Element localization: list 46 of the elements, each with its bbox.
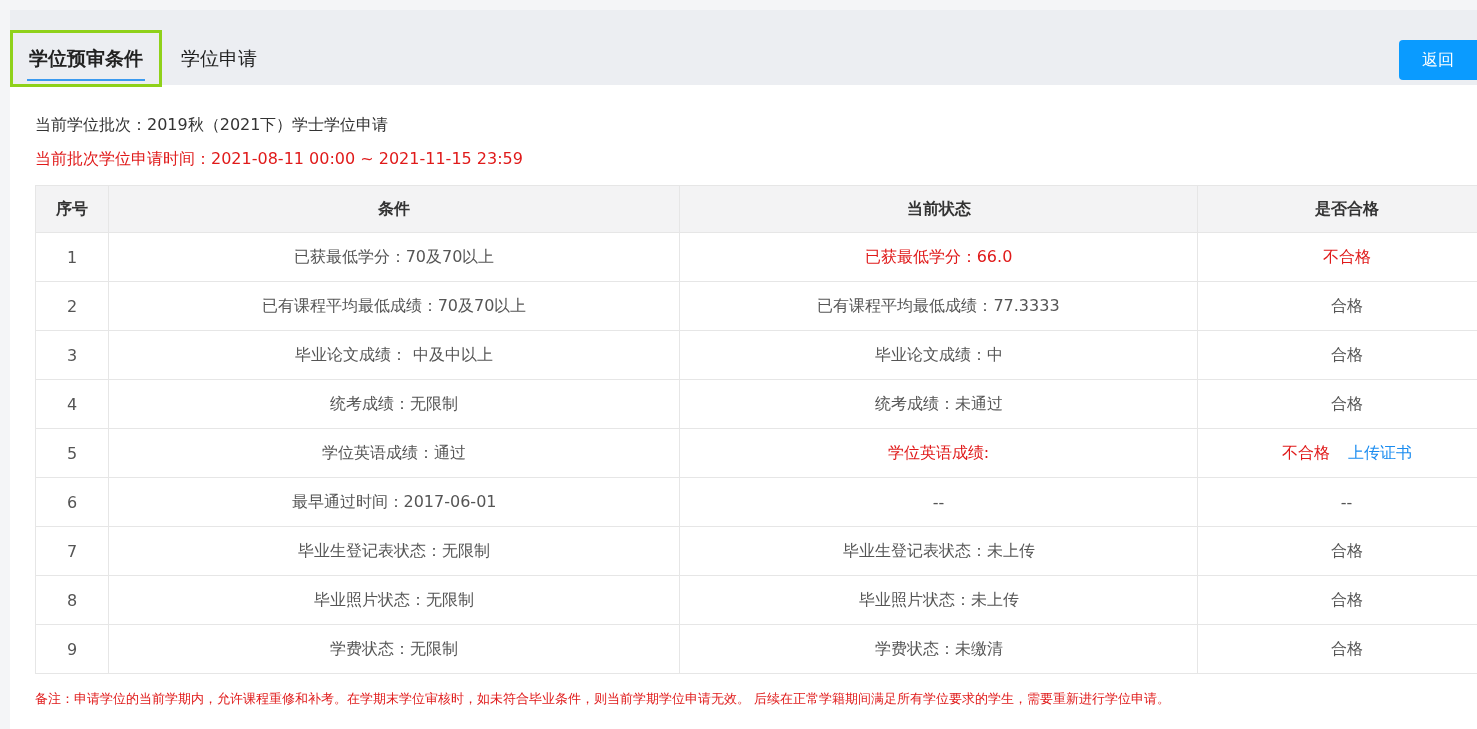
table-cell: 毕业照片状态：无限制: [108, 575, 680, 625]
table-cell: 已获最低学分：70及70以上: [108, 232, 680, 282]
tab[interactable]: 学位申请: [162, 30, 276, 87]
column-header: 当前状态: [679, 185, 1198, 233]
status-text: 已有课程平均最低成绩：77.3333: [817, 295, 1060, 315]
status-text: 学费状态：未缴清: [874, 638, 1003, 658]
upload-link[interactable]: 上传证书: [1347, 442, 1412, 462]
status-text: 毕业照片状态：未上传: [858, 589, 1019, 609]
table-cell: 9: [35, 624, 109, 674]
table-cell: 5: [35, 428, 109, 478]
result-text: 合格: [1330, 540, 1363, 560]
result-text: 合格: [1330, 295, 1363, 315]
status-text: 学位英语成绩:: [887, 442, 990, 462]
column-header: 序号: [35, 185, 109, 233]
tab[interactable]: 学位预审条件: [10, 30, 162, 87]
column-header: 条件: [108, 185, 680, 233]
result-text: 不合格: [1322, 246, 1371, 266]
table-cell: 学费状态：无限制: [108, 624, 680, 674]
status-text: 已获最低学分：66.0: [864, 246, 1013, 266]
table-cell: 4: [35, 379, 109, 429]
table-cell: 6: [35, 477, 109, 527]
table-cell: 毕业论文成绩： 中及中以上: [108, 330, 680, 380]
batch-text: 当前学位批次：2019秋（2021下）学士学位申请: [35, 115, 390, 135]
table-cell: 学位英语成绩：通过: [108, 428, 680, 478]
table-cell: 最早通过时间：2017-06-01: [108, 477, 680, 527]
result-text: 合格: [1330, 393, 1363, 413]
result-text: 合格: [1330, 344, 1363, 364]
result-text: 合格: [1330, 638, 1363, 658]
table-cell: 毕业生登记表状态：无限制: [108, 526, 680, 576]
table-cell: 7: [35, 526, 109, 576]
result-text: --: [1340, 492, 1353, 512]
status-text: 统考成绩：未通过: [874, 393, 1003, 413]
status-text: 毕业论文成绩：中: [874, 344, 1003, 364]
status-text: 毕业生登记表状态：未上传: [842, 540, 1035, 560]
result-text: 不合格: [1281, 442, 1330, 462]
status-text: --: [932, 492, 945, 512]
result-text: 合格: [1330, 589, 1363, 609]
column-header: 是否合格: [1197, 185, 1477, 233]
period-text: 当前批次学位申请时间：2021-08-11 00:00 ~ 2021-11-15 23:59: [35, 149, 524, 169]
table-cell: 已有课程平均最低成绩：70及70以上: [108, 281, 680, 331]
table-cell: 3: [35, 330, 109, 380]
table-cell: 8: [35, 575, 109, 625]
table-cell: 统考成绩：无限制: [108, 379, 680, 429]
note-text: 备注：申请学位的当前学期内，允许课程重修和补考。在学期末学位审核时，如未符合毕业条件，则当前学期学位申请无效。 后续在正常学籍期间满足所有学位要求的学生，需要重新进行学位申请。: [35, 690, 1172, 708]
table-cell: 2: [35, 281, 109, 331]
table-cell: 1: [35, 232, 109, 282]
